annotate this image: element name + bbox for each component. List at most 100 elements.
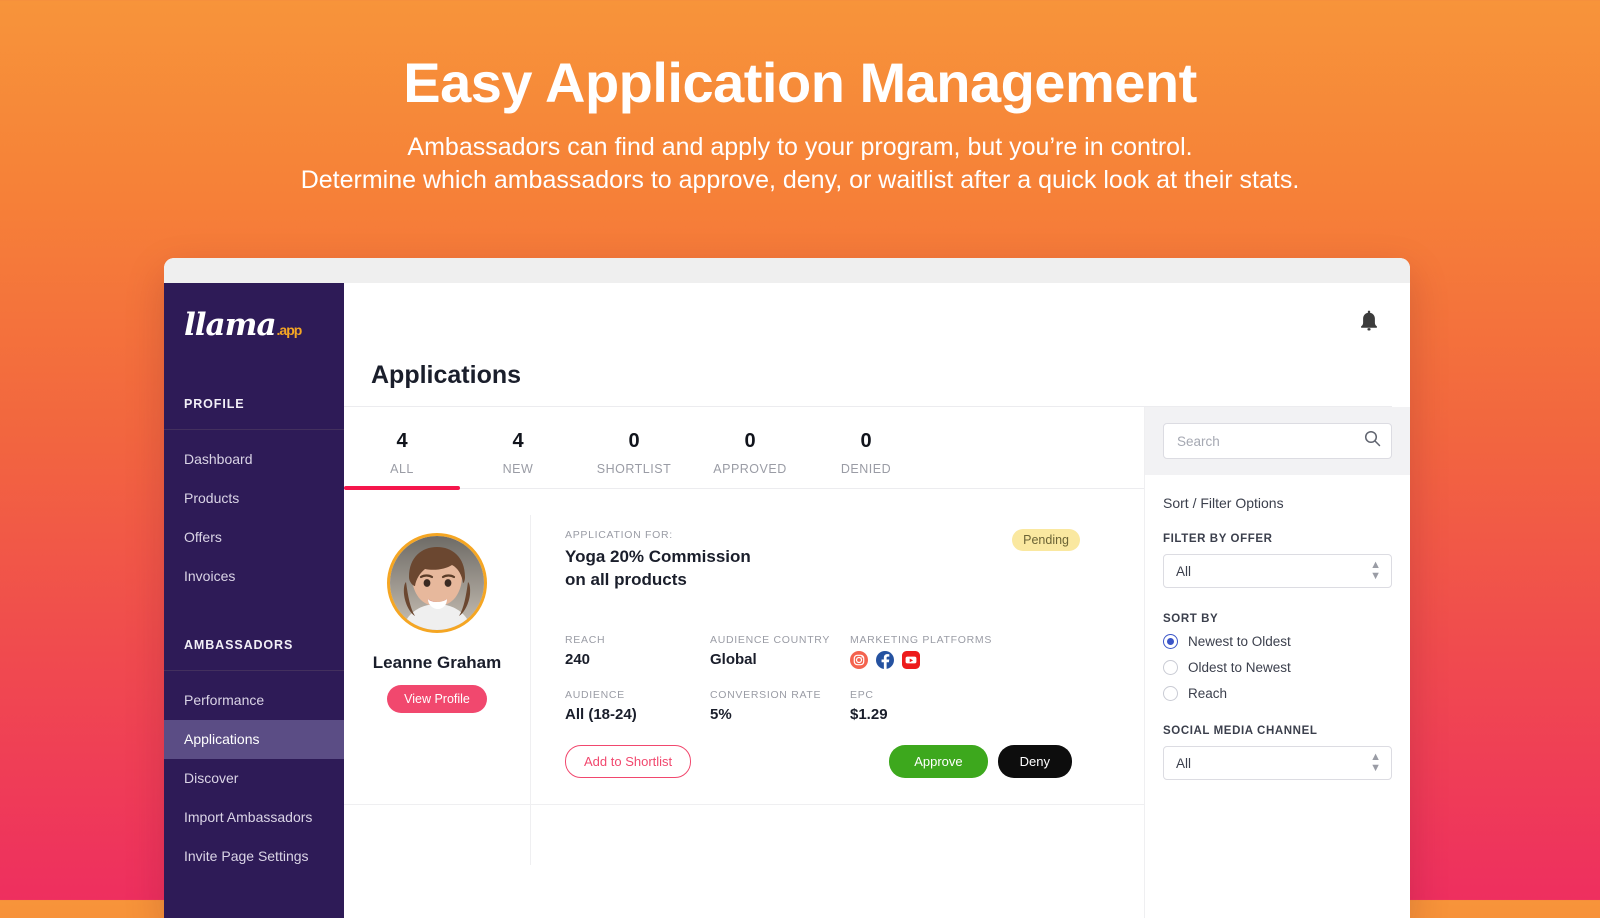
stepper-chevron-icon-2: ▲ ▼ — [1370, 751, 1381, 774]
application-card: Leanne Graham View Profile Pending APPLI… — [344, 489, 1144, 806]
social-media-channel-label: SOCIAL MEDIA CHANNEL — [1163, 725, 1318, 737]
sort-option-newest-to-oldest[interactable]: Newest to Oldest — [1163, 634, 1392, 649]
application-details: Pending APPLICATION FOR: Yoga 20% Commis… — [531, 515, 1144, 804]
stat-epc-value: $1.29 — [850, 706, 888, 724]
radio-reach[interactable] — [1163, 686, 1178, 701]
sidebar-item-dashboard[interactable]: Dashboard — [164, 440, 344, 479]
facebook-icon[interactable] — [876, 651, 894, 670]
hero-subtitle-line-2: Determine which ambassadors to approve, … — [300, 165, 1300, 194]
browser-chrome-bar — [164, 258, 1410, 283]
search-box[interactable] — [1163, 423, 1392, 459]
tab-shortlist-label: SHORTLIST — [596, 462, 672, 476]
sidebar-item-invite-page-settings[interactable]: Invite Page Settings — [164, 837, 344, 876]
view-profile-button[interactable]: View Profile — [387, 685, 487, 713]
sidebar-item-performance[interactable]: Performance — [164, 681, 344, 720]
sidebar-item-discover[interactable]: Discover — [164, 759, 344, 798]
stat-audience-country-label: AUDIENCE COUNTRY — [710, 634, 831, 647]
deny-button[interactable]: Deny — [997, 745, 1072, 779]
sort-option-oldest-to-newest[interactable]: Oldest to Newest — [1163, 660, 1392, 675]
application-card-next — [344, 805, 1144, 866]
sort-option-newest-to-oldest-label: Newest to Oldest — [1188, 634, 1291, 649]
stat-reach-label: REACH — [565, 634, 606, 647]
tab-denied[interactable]: 0 DENIED — [808, 429, 924, 488]
logo-wordmark: llama — [184, 307, 277, 343]
app-topbar — [344, 283, 1410, 361]
sidebar-heading-ambassadors: AMBASSADORS — [164, 596, 344, 671]
tab-approved[interactable]: 0 APPROVED — [692, 429, 808, 488]
add-to-shortlist-button[interactable]: Add to Shortlist — [565, 745, 692, 779]
stat-audience-value: All (18-24) — [565, 706, 637, 724]
instagram-icon[interactable] — [850, 651, 868, 670]
tab-approved-label: APPROVED — [713, 462, 787, 476]
radio-oldest-to-newest[interactable] — [1163, 660, 1178, 675]
applicant-name: Leanne Graham — [372, 653, 502, 672]
tab-new-label: NEW — [502, 462, 534, 476]
sidebar-item-import-ambassadors[interactable]: Import Ambassadors — [164, 798, 344, 837]
youtube-icon[interactable] — [902, 651, 920, 670]
sidebar-item-applications[interactable]: Applications — [164, 720, 344, 759]
stat-conversion-rate-label: CONVERSION RATE — [710, 689, 822, 702]
sort-option-reach[interactable]: Reach — [1163, 686, 1392, 701]
tab-all[interactable]: 4 ALL — [344, 429, 460, 490]
stat-reach-value: 240 — [565, 651, 591, 669]
hero-subtitle-line-1: Ambassadors can find and apply to your p… — [407, 132, 1193, 161]
stat-conversion-rate: CONVERSION RATE 5% — [710, 689, 850, 723]
stat-conversion-rate-value: 5% — [710, 706, 732, 724]
social-media-channel-value: All — [1176, 755, 1192, 771]
tab-new-count: 4 — [512, 430, 524, 452]
stat-audience-country: AUDIENCE COUNTRY Global — [710, 634, 850, 669]
tab-shortlist-count: 0 — [628, 430, 640, 452]
search-input[interactable] — [1177, 433, 1364, 449]
sort-by-label: SORT BY — [1163, 613, 1219, 625]
browser-window: llama.app PROFILE Dashboard Products Off… — [164, 258, 1410, 918]
status-badge: Pending — [1012, 529, 1080, 551]
stat-epc-label: EPC — [850, 689, 874, 702]
offer-title: Yoga 20% Commission on all products — [565, 546, 825, 591]
applicant-stats: REACH 240 AUDIENCE COUNTRY Global MARKET… — [565, 634, 1114, 723]
filter-by-offer-label: FILTER BY OFFER — [1163, 533, 1273, 545]
application-actions: Add to Shortlist Approve Deny — [565, 745, 1114, 779]
stat-reach: REACH 240 — [565, 634, 710, 669]
tab-shortlist[interactable]: 0 SHORTLIST — [576, 429, 692, 488]
sort-option-oldest-to-newest-label: Oldest to Newest — [1188, 660, 1291, 675]
sidebar-heading-profile: PROFILE — [164, 375, 344, 430]
offer-title-line-2: on all products — [565, 569, 687, 589]
filter-by-offer-value: All — [1176, 563, 1192, 579]
filter-sidebar: Sort / Filter Options FILTER BY OFFER Al… — [1144, 407, 1410, 918]
tab-denied-label: DENIED — [840, 462, 892, 476]
bell-icon[interactable] — [1358, 310, 1380, 334]
social-media-channel-select[interactable]: All ▲ ▼ — [1163, 746, 1392, 780]
app-logo[interactable]: llama.app — [164, 283, 344, 375]
page-headline: Easy Application Management — [403, 51, 1197, 114]
search-icon[interactable] — [1364, 430, 1381, 452]
stat-audience-label: AUDIENCE — [565, 689, 625, 702]
stepper-chevron-icon: ▲ ▼ — [1370, 559, 1381, 582]
sort-filter-heading: Sort / Filter Options — [1163, 495, 1284, 511]
sidebar-item-invoices[interactable]: Invoices — [164, 557, 344, 596]
approve-button[interactable]: Approve — [889, 745, 988, 779]
app-sidebar: llama.app PROFILE Dashboard Products Off… — [164, 283, 344, 918]
logo-suffix: .app — [276, 322, 303, 338]
hero-subtitle: Ambassadors can find and apply to your p… — [0, 131, 1600, 198]
stat-epc: EPC $1.29 — [850, 689, 1114, 723]
tab-new[interactable]: 4 NEW — [460, 429, 576, 488]
search-section — [1145, 407, 1410, 475]
stat-audience: AUDIENCE All (18-24) — [565, 689, 710, 723]
main-panel: Applications 4 ALL 4 NEW 0 SHORTLIST 0 A… — [344, 283, 1410, 918]
hero-section: Easy Application Management Ambassadors … — [0, 0, 1600, 197]
offer-title-line-1: Yoga 20% Commission — [565, 547, 751, 566]
applicant-summary: Leanne Graham View Profile — [344, 515, 531, 805]
sort-option-reach-label: Reach — [1188, 686, 1228, 701]
sidebar-item-offers[interactable]: Offers — [164, 518, 344, 557]
filter-by-offer-select[interactable]: All ▲ ▼ — [1163, 554, 1392, 588]
radio-newest-to-oldest[interactable] — [1163, 634, 1178, 649]
status-tabs: 4 ALL 4 NEW 0 SHORTLIST 0 APPROVED 0 DEN… — [344, 407, 1144, 490]
avatar[interactable] — [387, 533, 487, 633]
sort-by-radio-group: Newest to Oldest Oldest to Newest Reach — [1163, 634, 1392, 701]
tab-denied-count: 0 — [860, 430, 872, 452]
stat-marketing-platforms: MARKETING PLATFORMS — [850, 634, 1114, 670]
tab-all-label: ALL — [390, 462, 414, 476]
stat-marketing-platforms-label: MARKETING PLATFORMS — [850, 634, 993, 647]
sidebar-item-products[interactable]: Products — [164, 479, 344, 518]
page-title: Applications — [344, 361, 1392, 407]
